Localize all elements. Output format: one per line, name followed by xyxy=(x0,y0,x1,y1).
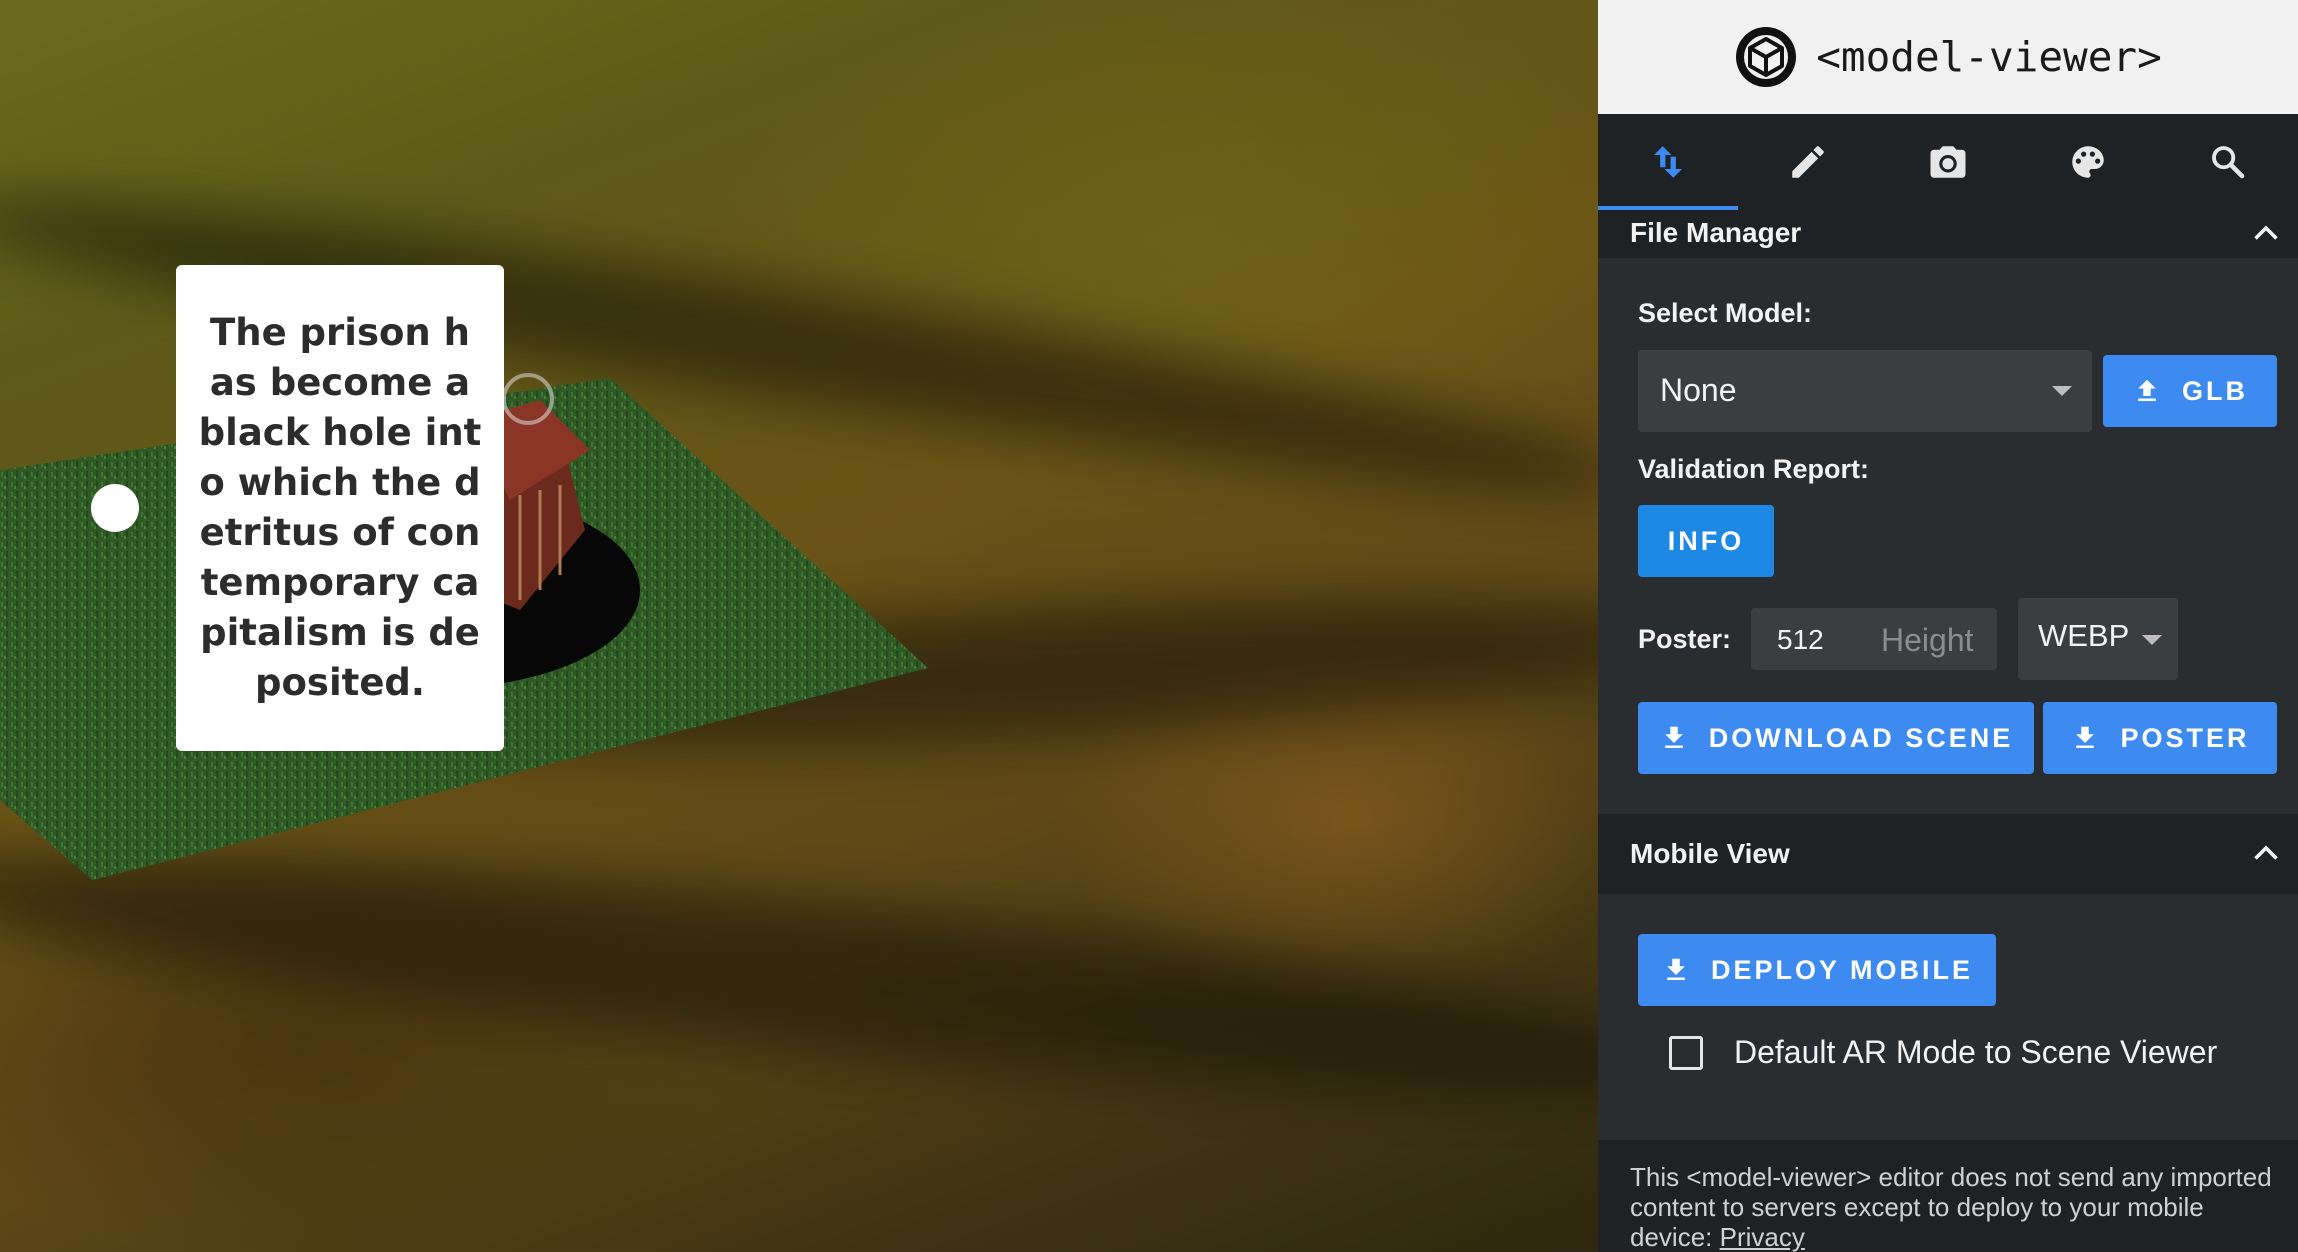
download-scene-label: DOWNLOAD SCENE xyxy=(1708,722,2014,753)
chevron-up-icon[interactable] xyxy=(2248,836,2284,872)
deploy-mobile-label: DEPLOY MOBILE xyxy=(1710,954,1974,985)
search-icon xyxy=(2212,146,2245,179)
info-button[interactable]: INFO xyxy=(1638,505,1774,577)
download-icon xyxy=(1667,958,1685,980)
upload-glb-button[interactable]: GLB xyxy=(2103,355,2277,427)
file-manager-title: File Manager xyxy=(1630,217,1802,248)
model-viewport[interactable]: The prison has become a black hole into … xyxy=(0,0,1598,1252)
download-icon xyxy=(1665,726,1683,748)
tab-camera[interactable] xyxy=(1878,114,2018,210)
download-poster-button[interactable]: POSTER xyxy=(2043,702,2277,774)
dropdown-arrow-icon xyxy=(2142,635,2162,645)
model-viewer-logo-icon xyxy=(1736,27,1797,87)
privacy-notice: This <model-viewer> editor does not send… xyxy=(1630,1162,2280,1252)
chevron-up-icon[interactable] xyxy=(2248,216,2284,252)
tab-search[interactable] xyxy=(2158,114,2298,210)
select-model-value: None xyxy=(1660,372,1737,408)
poster-height-placeholder: Height xyxy=(1881,622,1974,658)
validation-report-label: Validation Report: xyxy=(1638,454,1870,484)
palette-icon xyxy=(2072,146,2104,178)
select-model-label: Select Model: xyxy=(1638,298,1813,328)
select-model-dropdown[interactable]: None xyxy=(1638,350,2092,432)
deploy-mobile-button[interactable]: DEPLOY MOBILE xyxy=(1638,934,1996,1006)
privacy-link[interactable]: Privacy xyxy=(1720,1222,1805,1252)
dropdown-arrow-icon xyxy=(2052,386,2072,396)
app-title: <model-viewer> xyxy=(1816,33,2162,81)
mobile-view-header[interactable]: Mobile View xyxy=(1598,814,2298,894)
annotation-text: The prison has become a black hole into … xyxy=(198,311,482,704)
tab-materials[interactable] xyxy=(2018,114,2158,210)
poster-label: Poster: xyxy=(1638,624,1732,654)
panel-header: <model-viewer> xyxy=(1598,0,2298,114)
poster-button-label: POSTER xyxy=(2120,722,2250,753)
camera-icon xyxy=(1930,146,1966,178)
ar-mode-checkbox[interactable] xyxy=(1669,1036,1703,1070)
download-scene-button[interactable]: DOWNLOAD SCENE xyxy=(1638,702,2034,774)
tab-file-manager[interactable] xyxy=(1598,114,1738,210)
poster-format-select[interactable]: WEBP xyxy=(2018,598,2178,680)
tab-edit[interactable] xyxy=(1738,114,1878,210)
poster-size-input[interactable]: 512 Height xyxy=(1751,608,1997,670)
ar-mode-label[interactable]: Default AR Mode to Scene Viewer xyxy=(1734,1034,2217,1071)
editor-panel: <model-viewer> File Manager Select Model… xyxy=(1598,0,2298,1252)
file-manager-header[interactable]: File Manager xyxy=(1598,210,2298,258)
glb-button-label: GLB xyxy=(2182,375,2248,406)
poster-format-value: WEBP xyxy=(2038,618,2130,653)
privacy-footer: This <model-viewer> editor does not send… xyxy=(1598,1140,2298,1252)
hotspot-ring[interactable] xyxy=(502,373,554,425)
info-button-label: INFO xyxy=(1667,525,1745,556)
download-icon xyxy=(2076,726,2095,748)
tab-bar xyxy=(1598,114,2298,210)
mobile-view-title: Mobile View xyxy=(1630,838,1790,869)
pencil-icon xyxy=(1792,146,1824,178)
poster-width-value: 512 xyxy=(1777,624,1824,655)
hotspot-dot[interactable] xyxy=(91,484,139,532)
hotspot-annotation: The prison has become a black hole into … xyxy=(176,265,504,751)
swap-vert-icon xyxy=(1654,146,1682,178)
upload-icon xyxy=(2138,379,2156,401)
